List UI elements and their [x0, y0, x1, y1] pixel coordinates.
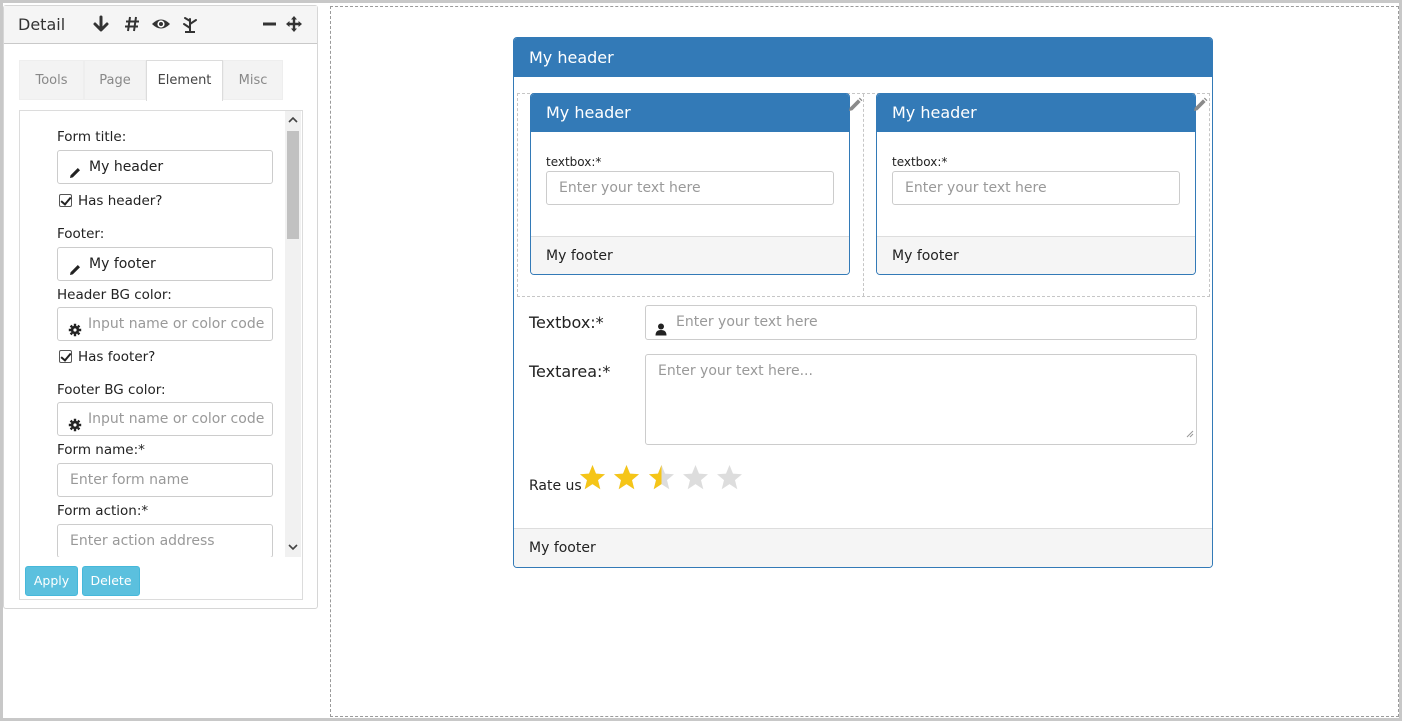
arrow-down-icon[interactable] — [92, 15, 110, 33]
user-icon — [655, 316, 667, 349]
has-header-row[interactable]: Has header? — [59, 193, 162, 209]
has-footer-checkbox[interactable] — [59, 350, 72, 363]
textarea-input[interactable]: Enter your text here... — [645, 354, 1197, 445]
form-title-value: My header — [89, 159, 164, 175]
subform-header: My header — [877, 94, 1195, 132]
main-form-header: My header — [514, 38, 1212, 77]
textarea-label: Textarea:* — [529, 362, 611, 381]
form-name-label: Form name:* — [57, 442, 145, 458]
form-title-input[interactable]: My header — [57, 150, 273, 184]
subform-textbox-placeholder: Enter your text here — [905, 180, 1047, 196]
subform-textbox[interactable]: Enter your text here — [892, 171, 1180, 205]
panel-tabs: Tools Page Element Misc — [19, 60, 287, 101]
panel-title: Detail — [18, 15, 66, 34]
resize-handle-icon[interactable] — [1186, 426, 1194, 442]
scroll-up-icon[interactable] — [288, 116, 298, 127]
has-footer-label: Has footer? — [78, 349, 156, 365]
gear-icon — [68, 317, 82, 337]
has-header-label: Has header? — [78, 193, 163, 209]
pencil-icon — [68, 257, 82, 275]
star-icon[interactable] — [613, 464, 640, 491]
header-bg-placeholder: Input name or color code — [88, 316, 265, 332]
pencil-icon — [68, 160, 82, 178]
subform-card-1[interactable]: My header textbox:* Enter your text here… — [530, 93, 850, 275]
main-form-footer: My footer — [514, 528, 1212, 567]
gear-icon — [68, 412, 82, 432]
textbox-placeholder: Enter your text here — [676, 314, 818, 330]
subform-textbox[interactable]: Enter your text here — [546, 171, 834, 205]
form-name-input[interactable]: Enter form name — [57, 463, 273, 497]
tab-element[interactable]: Element — [146, 60, 223, 101]
has-header-checkbox[interactable] — [59, 194, 72, 207]
footer-input[interactable]: My footer — [57, 247, 273, 281]
move-icon[interactable] — [285, 15, 303, 33]
subform-card-2[interactable]: My header textbox:* Enter your text here… — [876, 93, 1196, 275]
tab-misc[interactable]: Misc — [223, 60, 283, 100]
footer-label: Footer: — [57, 226, 105, 242]
subform-textbox-placeholder: Enter your text here — [559, 180, 701, 196]
footer-bg-label: Footer BG color: — [57, 382, 166, 398]
header-bg-color-input[interactable]: Input name or color code — [57, 307, 273, 341]
edit-subform-2-pencil-icon[interactable] — [1192, 97, 1208, 113]
panel-header: Detail — [4, 6, 317, 44]
properties-scrollbar[interactable] — [285, 111, 301, 557]
tree-icon[interactable] — [181, 15, 199, 33]
has-footer-row[interactable]: Has footer? — [59, 349, 155, 365]
form-title-label: Form title: — [57, 129, 127, 145]
textbox-input[interactable]: Enter your text here — [645, 305, 1197, 340]
footer-bg-color-input[interactable]: Input name or color code — [57, 402, 273, 436]
delete-button[interactable]: Delete — [82, 566, 140, 596]
subform-field-label: textbox:* — [892, 155, 948, 169]
subform-footer: My footer — [877, 236, 1195, 274]
tab-tools[interactable]: Tools — [19, 60, 84, 100]
star-icon[interactable] — [716, 464, 743, 491]
subform-footer: My footer — [531, 236, 849, 274]
apply-button[interactable]: Apply — [25, 566, 78, 596]
footer-value: My footer — [89, 256, 156, 272]
edit-subform-1-pencil-icon[interactable] — [847, 97, 863, 113]
scroll-down-icon[interactable] — [288, 543, 298, 554]
form-action-label: Form action:* — [57, 503, 149, 519]
properties-scroll-area: Form title: My header Has header? Footer… — [20, 111, 304, 557]
form-action-input[interactable]: Enter action address — [57, 524, 273, 557]
form-action-placeholder: Enter action address — [70, 533, 215, 549]
star-icon[interactable] — [579, 464, 606, 491]
form-name-placeholder: Enter form name — [70, 472, 189, 488]
detail-panel: Detail Tools Page Element Misc Form titl… — [3, 5, 318, 609]
subform-field-label: textbox:* — [546, 155, 602, 169]
star-icon[interactable] — [648, 464, 675, 491]
textbox-label: Textbox:* — [529, 313, 604, 332]
minus-icon[interactable] — [262, 15, 280, 33]
element-properties: Form title: My header Has header? Footer… — [19, 110, 303, 600]
rating-label: Rate us — [529, 478, 582, 494]
tab-page[interactable]: Page — [84, 60, 146, 100]
subform-header: My header — [531, 94, 849, 132]
eye-icon[interactable] — [151, 15, 170, 33]
textarea-placeholder: Enter your text here... — [658, 363, 813, 379]
star-icon[interactable] — [682, 464, 709, 491]
footer-bg-placeholder: Input name or color code — [88, 411, 265, 427]
header-bg-label: Header BG color: — [57, 287, 172, 303]
hash-icon[interactable] — [123, 15, 141, 33]
subform-divider — [863, 94, 864, 296]
scrollbar-thumb[interactable] — [287, 131, 299, 239]
